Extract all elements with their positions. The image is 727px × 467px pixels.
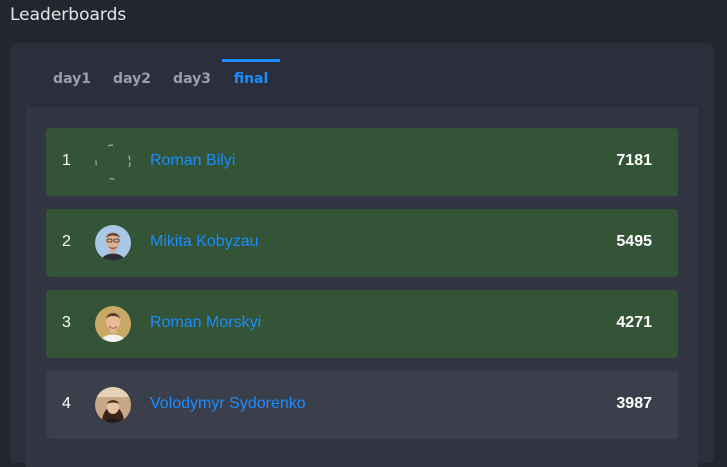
player-score: 7181	[616, 152, 652, 169]
rank-number: 2	[62, 233, 71, 250]
tab-day2[interactable]: day2	[104, 59, 160, 107]
user-avatar	[95, 306, 131, 342]
leaderboard-row-2[interactable]: 2 Mikita Kobyzau 5495	[46, 209, 678, 277]
leaderboard-row-1[interactable]: 1 Roman Bilyi 7181	[46, 128, 678, 196]
page-title: Leaderboards	[10, 5, 127, 25]
player-score: 3987	[616, 395, 652, 412]
tab-day1[interactable]: day1	[44, 59, 100, 107]
player-score: 4271	[616, 314, 652, 331]
leaderboard-panel: day1 day2 day3 final 1 Roman Bilyi 7181 …	[10, 43, 714, 467]
player-name-link[interactable]: Mikita Kobyzau	[150, 209, 259, 277]
tab-bar: day1 day2 day3 final	[10, 59, 714, 107]
player-name-link[interactable]: Roman Bilyi	[150, 128, 235, 196]
user-avatar	[95, 225, 131, 261]
player-name-link[interactable]: Roman Morskyi	[150, 290, 261, 358]
rank-number: 3	[62, 314, 71, 331]
rank-number: 1	[62, 152, 71, 169]
leaderboard-row-3[interactable]: 3 Roman Morskyi 4271	[46, 290, 678, 358]
tab-day3[interactable]: day3	[164, 59, 220, 107]
leaderboard-list: 1 Roman Bilyi 7181 2 Mikita Kobyzau 5495…	[26, 107, 698, 467]
player-name-link[interactable]: Volodymyr Sydorenko	[150, 371, 306, 439]
user-avatar	[95, 387, 131, 423]
rank-number: 4	[62, 395, 71, 412]
tab-final[interactable]: final	[222, 59, 280, 107]
leaderboard-row-4[interactable]: 4 Volodymyr Sydorenko 3987	[46, 371, 678, 439]
broken-avatar-icon	[95, 144, 131, 180]
player-score: 5495	[616, 233, 652, 250]
